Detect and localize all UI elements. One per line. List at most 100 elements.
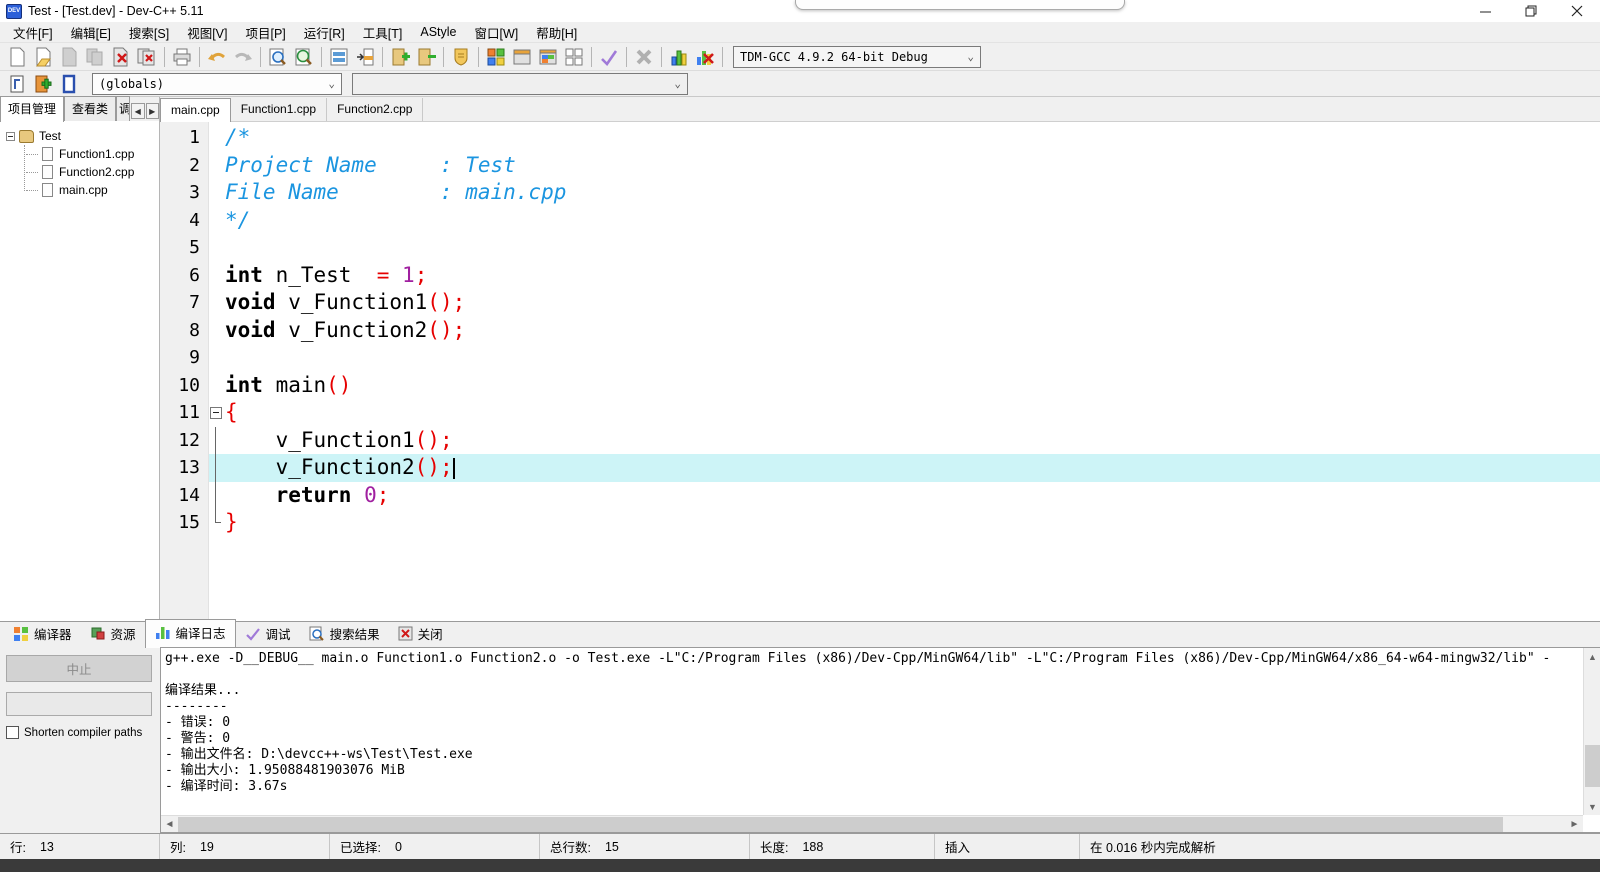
code-text: int n_Test = 1; [225, 262, 1600, 290]
insert-icon [8, 74, 26, 94]
code-line-14[interactable]: 14 return 0; [160, 482, 1600, 510]
menu-help[interactable]: 帮助[H] [527, 21, 586, 44]
tab-resources[interactable]: 资源 [81, 621, 145, 647]
remove-from-project-button[interactable] [413, 45, 439, 69]
redo-button[interactable] [230, 45, 256, 69]
rebuild-all-button[interactable] [561, 45, 587, 69]
menu-run[interactable]: 运行[R] [295, 21, 354, 44]
delete-profiling-button[interactable] [692, 45, 718, 69]
replace-button[interactable] [326, 45, 352, 69]
goto-bookmark-button[interactable] [56, 72, 82, 96]
code-line-10[interactable]: 10int main() [160, 372, 1600, 400]
code-line-8[interactable]: 8void v_Function2(); [160, 317, 1600, 345]
code-line-1[interactable]: 1/* [160, 124, 1600, 152]
goto-line-button[interactable] [352, 45, 378, 69]
close-all-button[interactable] [134, 45, 160, 69]
project-options-button[interactable] [448, 45, 474, 69]
debug-button[interactable] [596, 45, 622, 69]
editor-tab-function2-cpp[interactable]: Function2.cpp [327, 98, 423, 121]
save-all-button[interactable] [82, 45, 108, 69]
scroll-thumb[interactable] [178, 817, 1503, 832]
compile-log-output[interactable]: g++.exe -D__DEBUG__ main.o Function1.o F… [160, 647, 1600, 833]
collapse-expander-icon[interactable] [6, 132, 15, 141]
members-selector[interactable]: ⌄ [352, 73, 688, 95]
scroll-left-icon[interactable]: ◄ [161, 816, 178, 833]
menu-search[interactable]: 搜索[S] [120, 21, 178, 44]
menu-project[interactable]: 项目[P] [236, 21, 294, 44]
code-editor[interactable]: 1/*2Project Name : Test3File Name : main… [160, 122, 1600, 621]
close-button[interactable] [1554, 0, 1600, 22]
redo-icon [232, 49, 254, 65]
find-button[interactable] [265, 45, 291, 69]
compile-and-run-button[interactable] [535, 45, 561, 69]
log-line: - 警告: 0 [165, 731, 1582, 747]
tab-debug-watch[interactable]: 调试 [116, 96, 130, 121]
window-title: Test - [Test.dev] - Dev-C++ 5.11 [28, 4, 204, 18]
menu-view[interactable]: 视图[V] [178, 21, 236, 44]
tree-file-row[interactable]: Function1.cpp [2, 145, 157, 163]
abort-button-toolbar[interactable] [631, 45, 657, 69]
abort-compile-button[interactable]: 中止 [6, 655, 152, 682]
menu-tools[interactable]: 工具[T] [354, 21, 412, 44]
menu-edit[interactable]: 编辑[E] [62, 21, 120, 44]
editor-tab-function1-cpp[interactable]: Function1.cpp [231, 98, 327, 121]
minimize-button[interactable] [1462, 0, 1508, 22]
shorten-paths-checkbox[interactable] [6, 726, 19, 739]
add-to-project-button[interactable] [387, 45, 413, 69]
line-number: 1 [160, 124, 209, 152]
code-line-15[interactable]: 15} [160, 509, 1600, 537]
tab-project-manager[interactable]: 项目管理 [0, 96, 64, 122]
print-button[interactable] [169, 45, 195, 69]
tab-class-browser[interactable]: 查看类 [64, 96, 116, 121]
compile-button[interactable] [483, 45, 509, 69]
scroll-up-icon[interactable]: ▲ [1584, 648, 1600, 665]
status-parse-time: 在 0.016 秒内完成解析 [1080, 834, 1600, 859]
tab-scroll-right-button[interactable]: ▶ [146, 103, 160, 119]
compile-and-run-icon [538, 48, 558, 66]
scroll-down-icon[interactable]: ▼ [1584, 798, 1600, 815]
compiler-selector[interactable]: TDM-GCC 4.9.2 64-bit Debug ⌄ [733, 46, 981, 68]
code-line-2[interactable]: 2Project Name : Test [160, 152, 1600, 180]
code-line-6[interactable]: 6int n_Test = 1; [160, 262, 1600, 290]
code-line-11[interactable]: 11{ [160, 399, 1600, 427]
status-length: 长度:188 [750, 834, 935, 859]
log-vertical-scrollbar[interactable]: ▲ ▼ [1583, 648, 1600, 815]
run-button[interactable] [509, 45, 535, 69]
globals-selector[interactable]: (globals) ⌄ [92, 73, 342, 95]
tab-search-results[interactable]: 搜索结果 [300, 621, 389, 647]
tree-root-row[interactable]: Test [2, 127, 157, 145]
code-line-9[interactable]: 9 [160, 344, 1600, 372]
code-line-5[interactable]: 5 [160, 234, 1600, 262]
profile-button[interactable] [666, 45, 692, 69]
restore-button[interactable] [1508, 0, 1554, 22]
undo-button[interactable] [204, 45, 230, 69]
save-button[interactable] [56, 45, 82, 69]
code-line-12[interactable]: 12 v_Function1(); [160, 427, 1600, 455]
tree-file-row[interactable]: main.cpp [2, 181, 157, 199]
scroll-thumb[interactable] [1585, 745, 1600, 787]
menu-astyle[interactable]: AStyle [411, 23, 465, 41]
tab-close-panel[interactable]: 关闭 [389, 621, 452, 647]
tab-scroll-left-button[interactable]: ◀ [131, 103, 145, 119]
menu-window[interactable]: 窗口[W] [466, 21, 528, 44]
find-in-files-button[interactable] [291, 45, 317, 69]
editor-tab-main-cpp[interactable]: main.cpp [160, 98, 231, 122]
toggle-bookmark-button[interactable] [30, 72, 56, 96]
remove-from-project-icon [416, 47, 436, 67]
open-file-button[interactable] [30, 45, 56, 69]
fold-marker-icon[interactable] [209, 399, 225, 427]
new-file-button[interactable] [4, 45, 30, 69]
log-horizontal-scrollbar[interactable]: ◄ ► [161, 815, 1583, 832]
code-line-13[interactable]: 13 v_Function2(); [160, 454, 1600, 482]
code-line-7[interactable]: 7void v_Function1(); [160, 289, 1600, 317]
close-file-button[interactable] [108, 45, 134, 69]
scroll-right-icon[interactable]: ► [1566, 816, 1583, 833]
menu-file[interactable]: 文件[F] [4, 21, 62, 44]
code-line-4[interactable]: 4*/ [160, 207, 1600, 235]
tab-compile-log[interactable]: 编译日志 [145, 619, 236, 648]
tab-debug[interactable]: 调试 [236, 621, 300, 647]
code-line-3[interactable]: 3File Name : main.cpp [160, 179, 1600, 207]
tab-compiler[interactable]: 编译器 [4, 621, 81, 647]
insert-button[interactable] [4, 72, 30, 96]
tree-file-row[interactable]: Function2.cpp [2, 163, 157, 181]
